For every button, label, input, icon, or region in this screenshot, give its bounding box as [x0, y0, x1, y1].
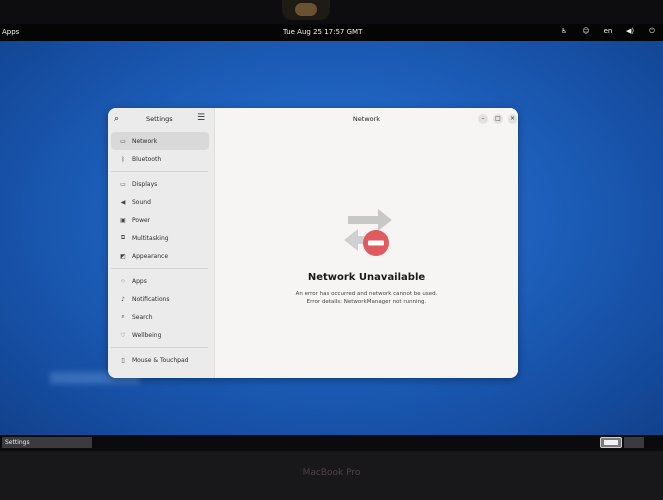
- sidebar-item-notifications[interactable]: ♪ Notifications: [111, 290, 209, 308]
- power-icon[interactable]: ⏻: [641, 27, 663, 36]
- close-button[interactable]: ×: [508, 114, 517, 124]
- brand-label: MacBook Pro: [302, 468, 361, 478]
- sidebar-item-network[interactable]: ▭ Network: [111, 132, 209, 150]
- sidebar-item-displays[interactable]: ▭ Displays: [111, 175, 209, 193]
- clock[interactable]: Tue Aug 25 17:57 GMT: [283, 28, 362, 36]
- sidebar-item-bluetooth[interactable]: ᛒ Bluetooth: [111, 150, 209, 168]
- accessibility-icon[interactable]: ♿: [553, 27, 575, 36]
- network-icon: ▭: [120, 137, 126, 145]
- settings-sidebar: ⌕ Settings ☰ ▭ Network ᛒ Bluetooth ▭ Displays…: [108, 108, 215, 378]
- sidebar-item-mouse-touchpad[interactable]: ▯ Mouse & Touchpad: [111, 351, 209, 369]
- bell-icon: ♪: [121, 295, 125, 303]
- nav-separator: [111, 171, 208, 172]
- bluetooth-icon: ᛒ: [121, 155, 125, 163]
- system-indicators[interactable]: ♿ ☺ en ◀) ⏻: [553, 27, 663, 36]
- sidebar-item-multitasking[interactable]: ⧉ Multitasking: [111, 229, 209, 247]
- sidebar-item-label: Notifications: [132, 295, 170, 303]
- sidebar-nav: ▭ Network ᛒ Bluetooth ▭ Displays ◀ Sound ▣ Power ⧉…: [108, 132, 214, 369]
- camera-lens: [295, 3, 317, 16]
- speaker-icon: ◀: [120, 198, 126, 206]
- sidebar-title: Settings: [146, 115, 173, 123]
- sidebar-item-label: Power: [132, 216, 151, 224]
- status-description: An error has occurred and network cannot…: [215, 290, 518, 306]
- search-icon[interactable]: ⌕: [114, 114, 119, 124]
- nav-separator: [111, 268, 208, 269]
- error-bar: [368, 240, 384, 246]
- sidebar-header: ⌕ Settings ☰: [108, 108, 214, 130]
- error-message: An error has occurred and network cannot…: [295, 291, 438, 297]
- arrow-right-shape: [348, 209, 392, 231]
- search-icon: ⌕: [121, 313, 125, 320]
- sidebar-item-label: Bluetooth: [132, 155, 162, 163]
- person-icon[interactable]: ☺: [575, 27, 597, 36]
- network-panel: Network – □ × Network Unavailable An err…: [215, 108, 518, 378]
- mouse-icon: ▯: [121, 356, 125, 364]
- sidebar-item-label: Multitasking: [132, 234, 169, 242]
- taskbar: Settings: [0, 435, 663, 451]
- sidebar-item-search[interactable]: ⌕ Search: [111, 308, 209, 326]
- appearance-icon: ◩: [120, 252, 126, 260]
- sidebar-item-wellbeing[interactable]: ♡ Wellbeing: [111, 326, 209, 344]
- sidebar-item-label: Network: [132, 137, 158, 145]
- status-heading: Network Unavailable: [307, 272, 426, 283]
- sidebar-item-sound[interactable]: ◀ Sound: [111, 193, 209, 211]
- top-bar: Apps Tue Aug 25 17:57 GMT ♿ ☺ en ◀) ⏻: [0, 24, 663, 41]
- sidebar-item-label: Mouse & Touchpad: [132, 356, 189, 364]
- minimize-button[interactable]: –: [478, 114, 488, 124]
- nav-separator: [111, 347, 208, 348]
- sidebar-item-power[interactable]: ▣ Power: [111, 211, 209, 229]
- sidebar-item-apps[interactable]: ⁘ Apps: [111, 272, 209, 290]
- hamburger-menu-icon[interactable]: ☰: [197, 113, 205, 123]
- settings-window: ⌕ Settings ☰ ▭ Network ᛒ Bluetooth ▭ Displays…: [108, 108, 518, 378]
- keyboard-layout-indicator[interactable]: en: [597, 27, 619, 36]
- network-unavailable-icon: [344, 209, 392, 256]
- display-icon: ▭: [120, 180, 126, 188]
- sidebar-item-label: Appearance: [132, 252, 169, 260]
- sidebar-item-label: Displays: [132, 180, 158, 188]
- panel-title: Network: [352, 115, 381, 123]
- volume-icon[interactable]: ◀): [619, 27, 641, 36]
- workspace-indicator[interactable]: [600, 437, 622, 448]
- taskbar-tray[interactable]: [624, 437, 644, 448]
- apps-grid-icon: ⁘: [120, 277, 126, 285]
- sidebar-item-label: Sound: [132, 198, 151, 206]
- battery-icon: ▣: [120, 216, 126, 224]
- sidebar-item-label: Apps: [132, 277, 147, 285]
- apps-button[interactable]: Apps: [2, 28, 19, 36]
- network-status: Network Unavailable An error has occurre…: [215, 206, 518, 316]
- sidebar-item-appearance[interactable]: ◩ Appearance: [111, 247, 209, 265]
- sidebar-item-label: Search: [132, 313, 153, 321]
- sidebar-item-label: Wellbeing: [132, 331, 162, 339]
- error-details: Error details: NetworkManager not runnin…: [306, 299, 427, 305]
- multitasking-icon: ⧉: [120, 234, 126, 241]
- content-header: Network – □ ×: [215, 108, 518, 130]
- wellbeing-icon: ♡: [120, 331, 126, 339]
- taskbar-item-settings[interactable]: Settings: [2, 437, 92, 448]
- maximize-button[interactable]: □: [493, 114, 503, 124]
